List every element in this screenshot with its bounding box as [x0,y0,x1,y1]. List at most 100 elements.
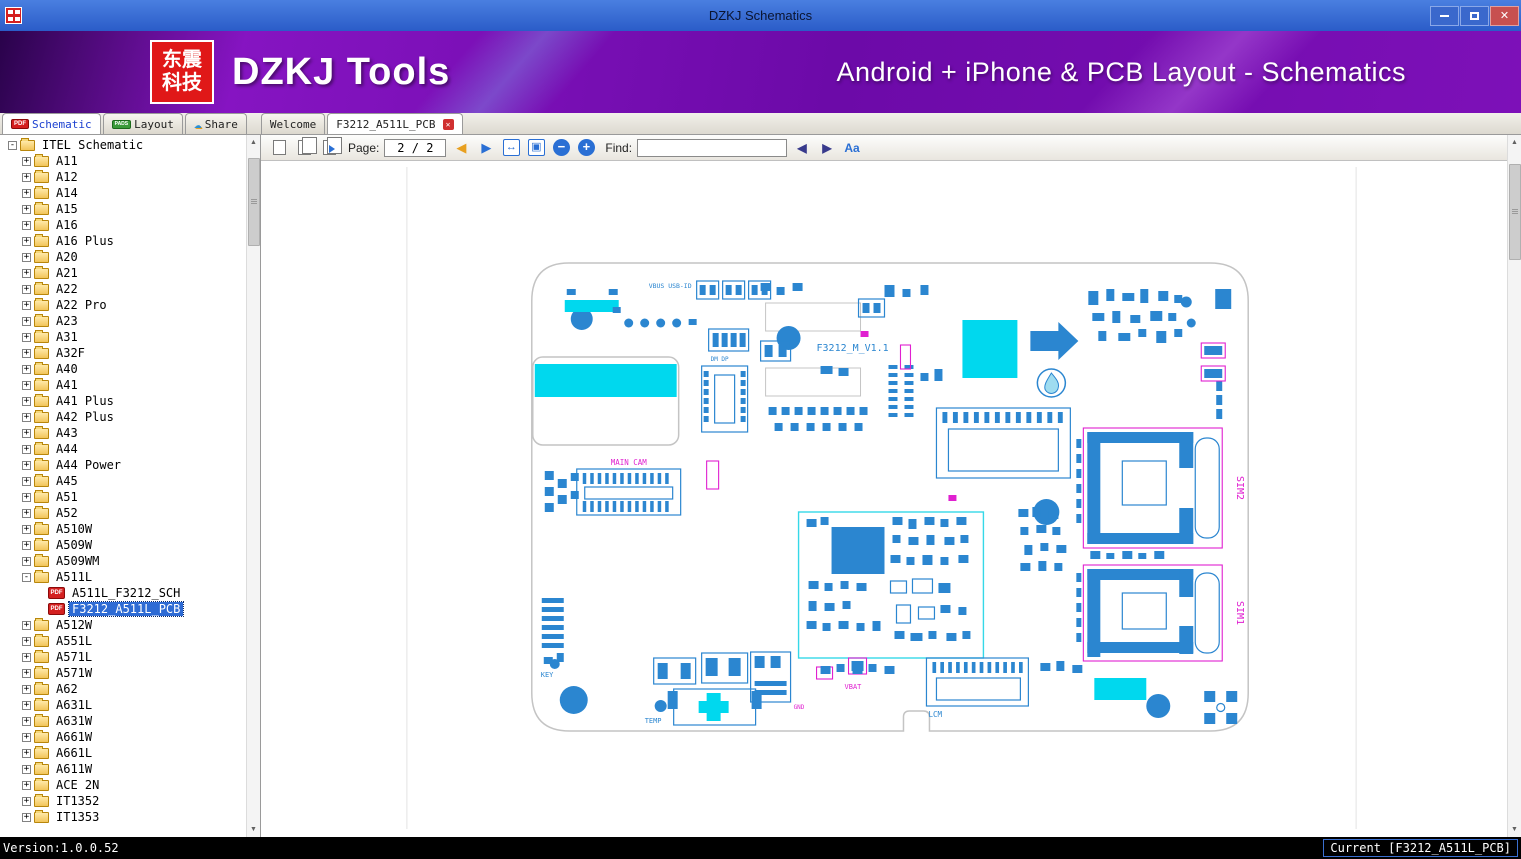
tree-item[interactable]: A509W [0,537,246,553]
scroll-up-icon[interactable]: ▲ [246,135,260,150]
tree-item-label[interactable]: A631W [53,714,95,728]
sidebar-scrollbar[interactable]: ▲ ▼ [246,135,260,837]
tree-item[interactable]: A511L [0,569,246,585]
tree-expander-icon[interactable] [22,204,31,214]
doc-tab-f3212-a511l-pcb[interactable]: F3212_A511L_PCB ✕ [327,113,463,134]
fit-page-button[interactable]: ▣ [526,138,546,158]
tree-item-label[interactable]: A21 [53,266,81,280]
tree-expander-icon[interactable] [22,396,31,406]
tree-expander-icon[interactable] [22,444,31,454]
tree-item[interactable]: A43 [0,425,246,441]
tree-expander-icon[interactable] [22,284,31,294]
tree-expander-icon[interactable] [22,428,31,438]
tree-expander-icon[interactable] [22,316,31,326]
tree-expander-icon[interactable] [22,364,31,374]
tree-item[interactable]: A511L_F3212_SCH [0,585,246,601]
pages-view-button[interactable] [294,137,317,158]
tree-item[interactable]: A23 [0,313,246,329]
tree-item[interactable]: A32F [0,345,246,361]
tree-item-label[interactable]: ACE 2N [53,778,102,792]
tree-item[interactable]: A571L [0,649,246,665]
tree-expander-icon[interactable] [22,748,31,758]
tree-expander-icon[interactable] [22,716,31,726]
tree-item-label[interactable]: F3212_A511L_PCB [67,601,185,617]
go-to-page-button[interactable] [319,137,342,158]
tree-item[interactable]: A31 [0,329,246,345]
tree-expander-icon[interactable] [22,300,31,310]
tree-item-label[interactable]: A11 [53,154,81,168]
tree-item-label[interactable]: A661L [53,746,95,760]
find-next-button[interactable]: ▶ [817,138,837,158]
tree-expander-icon[interactable] [22,252,31,262]
tree-item-label[interactable]: IT1352 [53,794,102,808]
tree-item[interactable]: A631W [0,713,246,729]
tab-schematic[interactable]: PDF Schematic [2,113,101,134]
tree-item[interactable]: A41 [0,377,246,393]
tree-item-label[interactable]: A15 [53,202,81,216]
find-previous-button[interactable]: ◀ [792,138,812,158]
tree-expander-icon[interactable] [22,572,31,582]
tree-expander-icon[interactable] [22,524,31,534]
tree-item-label[interactable]: A511L [53,570,95,584]
tree-item[interactable]: A22 Pro [0,297,246,313]
tree-item-label[interactable]: A571W [53,666,95,680]
tree-item[interactable]: A52 [0,505,246,521]
tree-expander-icon[interactable] [22,156,31,166]
tree-item[interactable]: ITEL Schematic [0,137,246,153]
tree-item-label[interactable]: A41 Plus [53,394,117,408]
tree-item-label[interactable]: A45 [53,474,81,488]
tree-item[interactable]: A62 [0,681,246,697]
tree-item[interactable]: IT1353 [0,809,246,825]
viewer-scrollbar[interactable]: ▲ ▼ [1507,135,1521,837]
minimize-button[interactable] [1430,5,1459,26]
tree-item[interactable]: A21 [0,265,246,281]
scroll-down-icon[interactable]: ▼ [1507,822,1521,837]
tree-item[interactable]: A20 [0,249,246,265]
zoom-out-button[interactable]: − [551,138,571,158]
pcb-viewer[interactable]: F3212_M_V1.1 MAIN CAM VBUS USB-ID DM DP … [261,161,1507,837]
tree-item-label[interactable]: A41 [53,378,81,392]
tree-expander-icon[interactable] [22,348,31,358]
tree-item-label[interactable]: A44 Power [53,458,124,472]
tree-expander-icon[interactable] [22,652,31,662]
next-page-button[interactable]: ▶ [476,138,496,158]
tree-item[interactable]: F3212_A511L_PCB [0,601,246,617]
tree-expander-icon[interactable] [22,780,31,790]
tree-item[interactable]: A661W [0,729,246,745]
tree-item[interactable]: A22 [0,281,246,297]
scroll-down-icon[interactable]: ▼ [246,822,260,837]
tree-item-label[interactable]: A551L [53,634,95,648]
tree-item[interactable]: A16 [0,217,246,233]
tree-item[interactable]: A611W [0,761,246,777]
scrollbar-thumb[interactable] [247,158,260,246]
tree-expander-icon[interactable] [8,140,17,150]
tree-expander-icon[interactable] [22,636,31,646]
tree-expander-icon[interactable] [22,412,31,422]
tree-item-label[interactable]: A62 [53,682,81,696]
tree-item-label[interactable]: A31 [53,330,81,344]
scroll-up-icon[interactable]: ▲ [1507,135,1521,150]
tree-item[interactable]: A15 [0,201,246,217]
tree-item[interactable]: A510W [0,521,246,537]
tree-expander-icon[interactable] [22,508,31,518]
tree-item-label[interactable]: A43 [53,426,81,440]
tree-item[interactable]: IT1352 [0,793,246,809]
tree-item-label[interactable]: A611W [53,762,95,776]
tree-item[interactable]: A51 [0,489,246,505]
tree-item-label[interactable]: A631L [53,698,95,712]
tree-item[interactable]: A571W [0,665,246,681]
tree-item-label[interactable]: A12 [53,170,81,184]
tree-item-label[interactable]: A20 [53,250,81,264]
tree-item[interactable]: A14 [0,185,246,201]
tree-item[interactable]: ACE 2N [0,777,246,793]
tab-layout[interactable]: PADS Layout [102,113,183,134]
tree-item-label[interactable]: A42 Plus [53,410,117,424]
doc-tab-welcome[interactable]: Welcome [260,113,326,134]
tree-item-label[interactable]: A51 [53,490,81,504]
tree-expander-icon[interactable] [22,684,31,694]
tree-item-label[interactable]: A510W [53,522,95,536]
tab-share[interactable]: ☁ Share [184,113,247,134]
tree-expander-icon[interactable] [22,620,31,630]
tree-item-label[interactable]: A23 [53,314,81,328]
tree-expander-icon[interactable] [22,556,31,566]
